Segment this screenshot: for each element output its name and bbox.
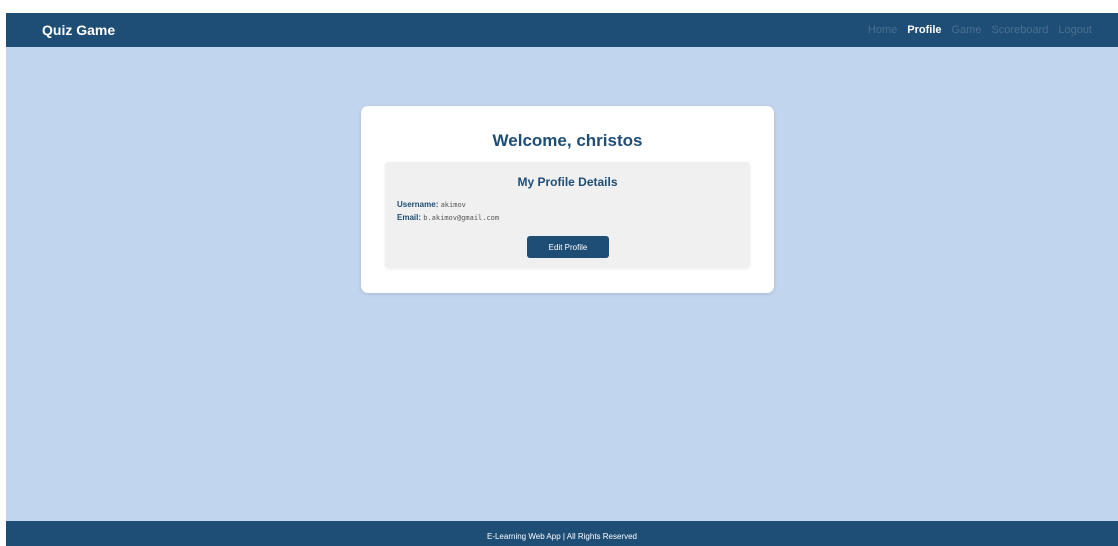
profile-details-panel: My Profile Details Username: akimov Emai… <box>385 162 750 268</box>
email-row: Email: b.akimov@gmail.com <box>397 213 499 222</box>
nav-link-profile[interactable]: Profile <box>907 24 941 36</box>
brand-logo[interactable]: Quiz Game <box>42 22 115 38</box>
nav-link-home[interactable]: Home <box>868 24 897 36</box>
profile-card: Welcome, christos My Profile Details Use… <box>361 106 774 293</box>
nav-link-scoreboard[interactable]: Scoreboard <box>991 24 1048 36</box>
username-value: akimov <box>440 201 466 209</box>
footer: E-Learning Web App | All Rights Reserved <box>6 521 1118 546</box>
email-label: Email: <box>397 213 422 222</box>
username-row: Username: akimov <box>397 200 466 209</box>
nav-link-logout[interactable]: Logout <box>1058 24 1092 36</box>
nav-links: Home Profile Game Scoreboard Logout <box>868 24 1092 36</box>
nav-link-game[interactable]: Game <box>952 24 982 36</box>
welcome-heading: Welcome, christos <box>492 131 643 150</box>
footer-text: E-Learning Web App | All Rights Reserved <box>486 532 637 541</box>
navbar: Quiz Game Home Profile Game Scoreboard L… <box>6 13 1118 47</box>
edit-profile-button[interactable]: Edit Profile <box>527 236 609 258</box>
email-value: b.akimov@gmail.com <box>423 214 500 222</box>
profile-details-title: My Profile Details <box>517 175 618 189</box>
app-viewport: Quiz Game Home Profile Game Scoreboard L… <box>6 13 1118 546</box>
username-label: Username: <box>397 200 439 209</box>
